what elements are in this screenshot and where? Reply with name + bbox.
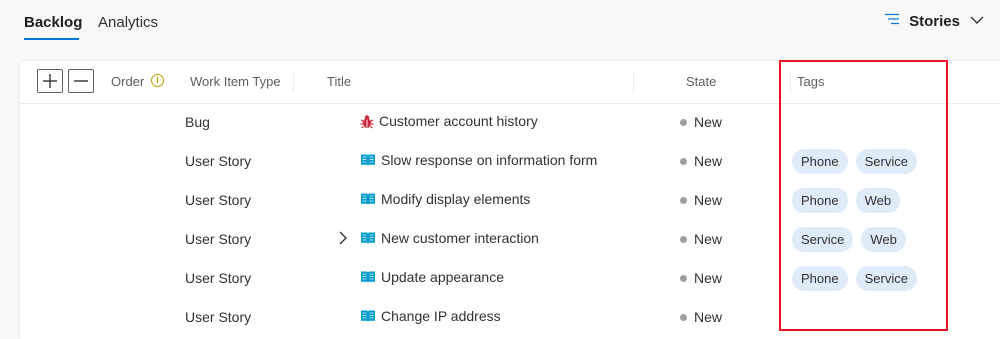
table-row[interactable]: User Story Slow response on information f… (20, 142, 1000, 181)
column-divider[interactable] (790, 71, 791, 93)
work-item-title[interactable]: Slow response on information form (381, 152, 597, 168)
tab-backlog[interactable]: Backlog (24, 14, 82, 31)
tag-pill[interactable]: Phone (792, 188, 848, 213)
state-label: New (694, 114, 723, 130)
tag-pill[interactable]: Web (855, 188, 901, 213)
column-header-tags[interactable]: Tags (797, 74, 824, 89)
bug-icon (360, 114, 374, 129)
tags-cell: Phone Web (792, 188, 901, 213)
state-cell: New (680, 192, 722, 208)
tag-pill[interactable]: Web (861, 227, 906, 252)
state-cell: New (680, 153, 722, 169)
work-item-title[interactable]: Change IP address (381, 308, 501, 324)
view-selector[interactable]: Stories (885, 12, 984, 30)
table-row[interactable]: User Story Change IP address New (20, 298, 1000, 337)
state-cell: New (680, 309, 722, 325)
work-item-type: User Story (185, 192, 252, 208)
tag-pill[interactable]: Phone (792, 266, 848, 291)
work-item-title[interactable]: Update appearance (381, 269, 504, 285)
state-label: New (694, 231, 723, 247)
chevron-down-icon (970, 12, 984, 30)
chevron-right-icon[interactable] (338, 231, 348, 250)
state-cell: New (680, 114, 722, 130)
tag-pill[interactable]: Service (855, 149, 917, 174)
backlog-level-icon (885, 12, 900, 30)
tags-cell: Phone Service (792, 266, 917, 291)
tags-cell: Service Web (792, 227, 906, 252)
minus-icon (74, 80, 88, 82)
book-icon (360, 153, 376, 167)
column-header-title[interactable]: Title (327, 74, 351, 89)
book-icon (360, 309, 376, 323)
book-icon (360, 192, 376, 206)
state-dot-icon (680, 274, 687, 282)
work-item-type: User Story (185, 231, 252, 247)
state-label: New (694, 270, 723, 286)
table-row[interactable]: User Story Update appearance New Phone Servi… (20, 259, 1000, 298)
tag-pill[interactable]: Service (792, 227, 854, 252)
state-dot-icon (680, 235, 687, 243)
column-divider[interactable] (293, 71, 294, 93)
state-dot-icon (680, 196, 687, 204)
state-label: New (694, 192, 723, 208)
state-cell: New (680, 270, 722, 286)
book-icon (360, 270, 376, 284)
expand-all-button[interactable] (37, 69, 63, 93)
work-item-title[interactable]: New customer interaction (381, 230, 539, 246)
book-icon (360, 231, 376, 245)
table-row[interactable]: Bug Customer account history New (20, 103, 1000, 142)
tag-pill[interactable]: Service (855, 266, 917, 291)
table-row[interactable]: User Story Modify display elements New Phon… (20, 181, 1000, 220)
work-item-type: User Story (185, 270, 252, 286)
state-label: New (694, 153, 723, 169)
work-item-type: User Story (185, 153, 252, 169)
info-icon[interactable]: i (151, 74, 164, 87)
column-divider[interactable] (633, 71, 634, 93)
work-item-type: Bug (185, 114, 210, 130)
active-tab-indicator (24, 38, 79, 40)
state-cell: New (680, 231, 722, 247)
column-header-order[interactable]: Order (111, 74, 144, 89)
view-selector-label: Stories (909, 12, 960, 30)
column-header-work-item-type[interactable]: Work Item Type (190, 74, 281, 89)
grid-header: Order i Work Item Type Title State Tags (20, 61, 1000, 104)
state-dot-icon (680, 157, 687, 165)
collapse-all-button[interactable] (68, 69, 94, 93)
work-item-title[interactable]: Modify display elements (381, 191, 530, 207)
tab-analytics[interactable]: Analytics (98, 14, 158, 31)
column-header-state[interactable]: State (686, 74, 716, 89)
state-dot-icon (680, 313, 687, 321)
work-item-title[interactable]: Customer account history (379, 113, 538, 129)
state-label: New (694, 309, 723, 325)
top-bar: Backlog Analytics Stories (0, 0, 1000, 50)
backlog-grid: Order i Work Item Type Title State Tags … (20, 61, 1000, 339)
work-item-type: User Story (185, 309, 252, 325)
tags-cell: Phone Service (792, 149, 917, 174)
table-row[interactable]: User Story New customer interaction New Ser… (20, 220, 1000, 259)
plus-icon (43, 74, 57, 88)
tag-pill[interactable]: Phone (792, 149, 848, 174)
state-dot-icon (680, 118, 687, 126)
